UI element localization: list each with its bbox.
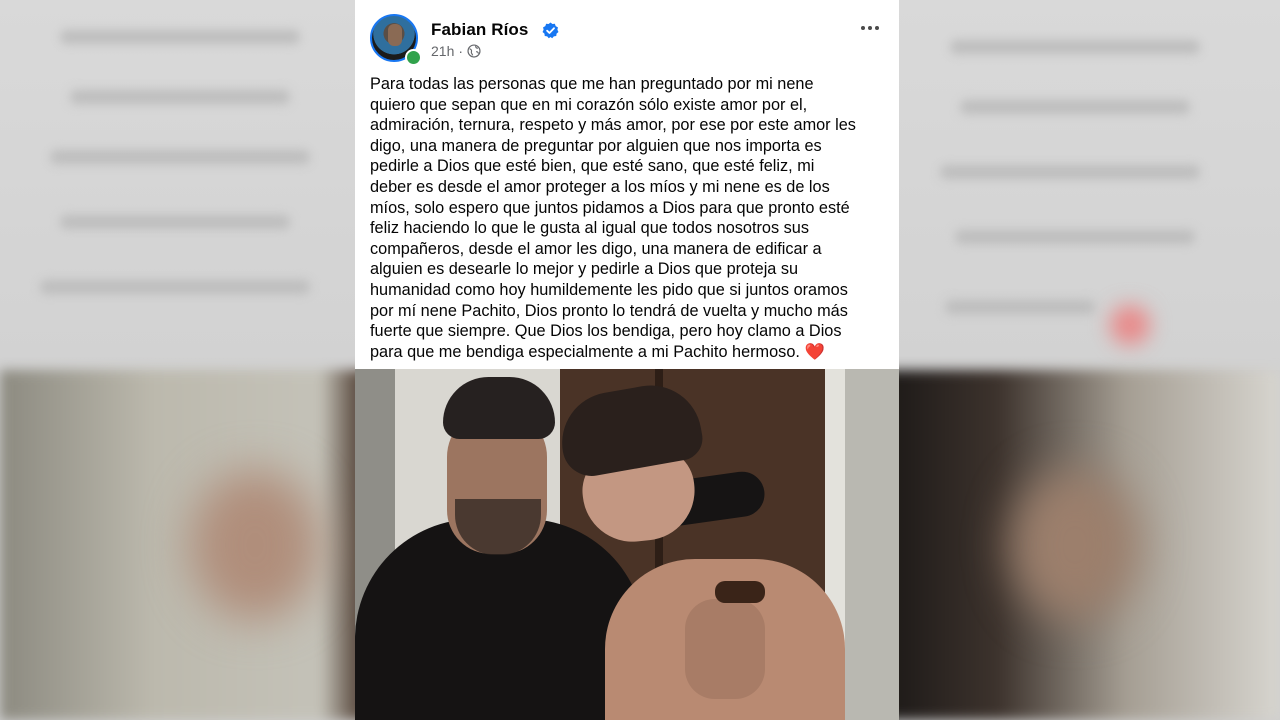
- author-name[interactable]: Fabian Ríos: [431, 20, 528, 40]
- post-line: por mí nene Pachito, Dios pronto lo tend…: [370, 301, 848, 320]
- post-header: Fabian Ríos 21h ·: [370, 14, 885, 66]
- post-text: Para todas las personas que me han pregu…: [370, 74, 888, 362]
- post-line: alguien es desearle lo mejor y pedirle a…: [370, 260, 799, 279]
- more-dot: [861, 26, 865, 30]
- post-line: compañeros, desde el amor les digo, una …: [370, 239, 822, 258]
- blur-line: [960, 100, 1190, 114]
- more-options-icon[interactable]: [855, 18, 885, 38]
- verified-badge-icon: [542, 22, 559, 39]
- post-line: quiero que sepan que en mi corazón sólo …: [370, 95, 808, 114]
- post-timestamp[interactable]: 21h: [431, 43, 454, 59]
- facebook-post-card: Fabian Ríos 21h · Para todas las persona…: [355, 0, 899, 720]
- blur-line: [940, 165, 1200, 179]
- globe-icon: [467, 44, 481, 58]
- blur-line: [50, 150, 310, 164]
- photo-hand: [685, 599, 765, 699]
- post-line: admiración, ternura, respeto y más amor,…: [370, 116, 856, 135]
- post-line: Para todas las personas que me han pregu…: [370, 75, 814, 93]
- post-line: humanidad como hoy humildemente les pido…: [370, 280, 848, 299]
- more-dot: [875, 26, 879, 30]
- blur-line: [945, 300, 1095, 314]
- photo-wall-shadow: [845, 369, 899, 720]
- post-line: deber es desde el amor proteger a los mí…: [370, 177, 830, 196]
- blur-line: [950, 40, 1200, 54]
- post-line: digo, una manera de preguntar por alguie…: [370, 136, 822, 155]
- blur-heart: [1110, 305, 1150, 345]
- meta-separator: ·: [458, 43, 464, 59]
- photo-man-hair: [443, 377, 555, 439]
- post-meta: 21h ·: [431, 43, 481, 59]
- blur-line: [40, 280, 310, 294]
- blur-face-right: [1010, 470, 1140, 620]
- post-line: pedirle a Dios que esté bien, que esté s…: [370, 157, 815, 176]
- post-photo[interactable]: [355, 369, 899, 720]
- blur-face-left: [190, 470, 320, 620]
- blur-line: [60, 30, 300, 44]
- blur-line: [955, 230, 1195, 244]
- online-status-dot: [405, 49, 422, 66]
- post-line: fuerte que siempre. Que Dios los bendiga…: [370, 322, 842, 341]
- photo-bracelet: [715, 581, 765, 603]
- heart-emoji: ❤️: [804, 342, 825, 361]
- post-line: para que me bendiga especialmente a mi P…: [370, 342, 800, 361]
- blur-line: [60, 215, 290, 229]
- post-line: míos, solo espero que juntos pidamos a D…: [370, 198, 850, 217]
- more-dot: [868, 26, 872, 30]
- avatar-face: [388, 24, 402, 46]
- post-line: feliz haciendo lo que le gusta al igual …: [370, 219, 809, 238]
- blur-line: [70, 90, 290, 104]
